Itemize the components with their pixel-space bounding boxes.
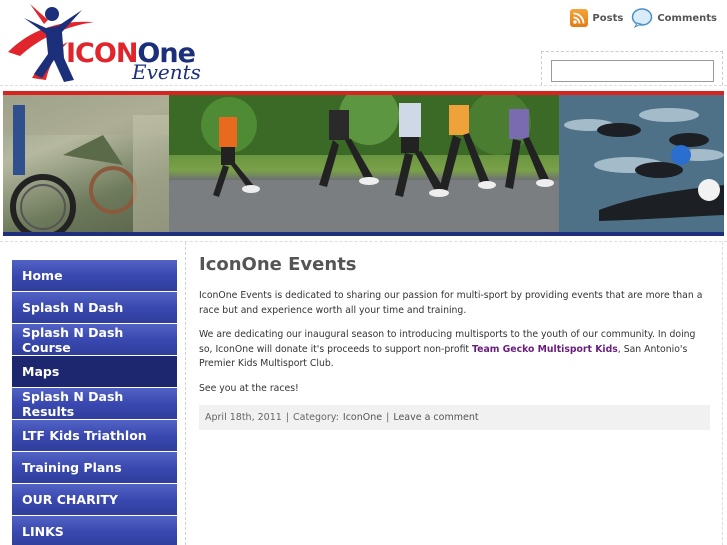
content-right-border [722, 242, 723, 545]
nav-item-label: LINKS [22, 524, 64, 539]
banner-swimming-photo [559, 95, 724, 232]
logo-subtitle: Events [132, 60, 201, 84]
post-paragraph: We are dedicating our inaugural season t… [199, 328, 711, 372]
post-paragraph: See you at the races! [199, 382, 299, 394]
category-link[interactable]: IconOne [343, 412, 382, 423]
banner-running-photo [169, 95, 559, 232]
main-navigation: Home Splash N Dash Splash N Dash Course … [12, 260, 177, 545]
nav-item-label: Maps [22, 364, 60, 379]
nav-item-label: Home [22, 268, 63, 283]
header-divider [0, 85, 727, 86]
comments-feed-link[interactable]: Comments [631, 8, 717, 29]
leave-comment-link[interactable]: Leave a comment [393, 412, 478, 423]
comments-feed-label: Comments [657, 12, 717, 24]
site-logo[interactable]: ICONOne Events [2, 0, 207, 88]
posts-feed-label: Posts [592, 12, 624, 24]
nav-item-splash-n-dash-results[interactable]: Splash N Dash Results [12, 388, 177, 420]
feed-links: Posts Comments [570, 8, 717, 29]
team-gecko-link[interactable]: Team Gecko Multisport Kids [472, 344, 618, 355]
post-paragraph: IconOne Events is dedicated to sharing o… [199, 290, 703, 316]
nav-item-our-charity[interactable]: OUR CHARITY [12, 484, 177, 516]
meta-separator: | [285, 412, 289, 423]
nav-item-label: Splash N Dash Results [22, 388, 124, 419]
nav-item-links[interactable]: LINKS [12, 516, 177, 545]
nav-item-maps[interactable]: Maps [12, 356, 177, 388]
nav-item-label: Splash N Dash Course [22, 324, 124, 355]
comments-icon [631, 8, 653, 29]
banner-blue-stripe [3, 232, 724, 236]
logo-icon-word: ICON [66, 38, 138, 69]
posts-feed-link[interactable]: Posts [570, 9, 623, 27]
post-date: April 18th, 2011 [205, 412, 282, 423]
sidebar: Home Splash N Dash Splash N Dash Course … [0, 242, 186, 545]
nav-item-home[interactable]: Home [12, 260, 177, 292]
nav-item-label: LTF Kids Triathlon [22, 428, 147, 443]
nav-item-ltf-kids-triathlon[interactable]: LTF Kids Triathlon [12, 420, 177, 452]
post-body: IconOne Events is dedicated to sharing o… [199, 289, 711, 406]
nav-item-splash-n-dash-course[interactable]: Splash N Dash Course [12, 324, 177, 356]
search-input[interactable] [551, 60, 714, 82]
post-title[interactable]: IconOne Events [199, 254, 357, 275]
post-meta-bar: April 18th, 2011 | Category: IconOne | L… [199, 405, 710, 430]
header-banner [3, 91, 724, 236]
rss-icon [570, 9, 589, 27]
site-header: ICONOne Events Posts Comments [0, 0, 727, 90]
category-label: Category: [293, 412, 339, 423]
nav-item-label: Splash N Dash [22, 300, 124, 315]
nav-item-label: OUR CHARITY [22, 492, 118, 507]
nav-item-training-plans[interactable]: Training Plans [12, 452, 177, 484]
search-box [541, 51, 723, 85]
banner-cycling-photo [3, 95, 169, 232]
nav-item-splash-n-dash[interactable]: Splash N Dash [12, 292, 177, 324]
meta-separator: | [386, 412, 390, 423]
nav-item-label: Training Plans [22, 460, 122, 475]
